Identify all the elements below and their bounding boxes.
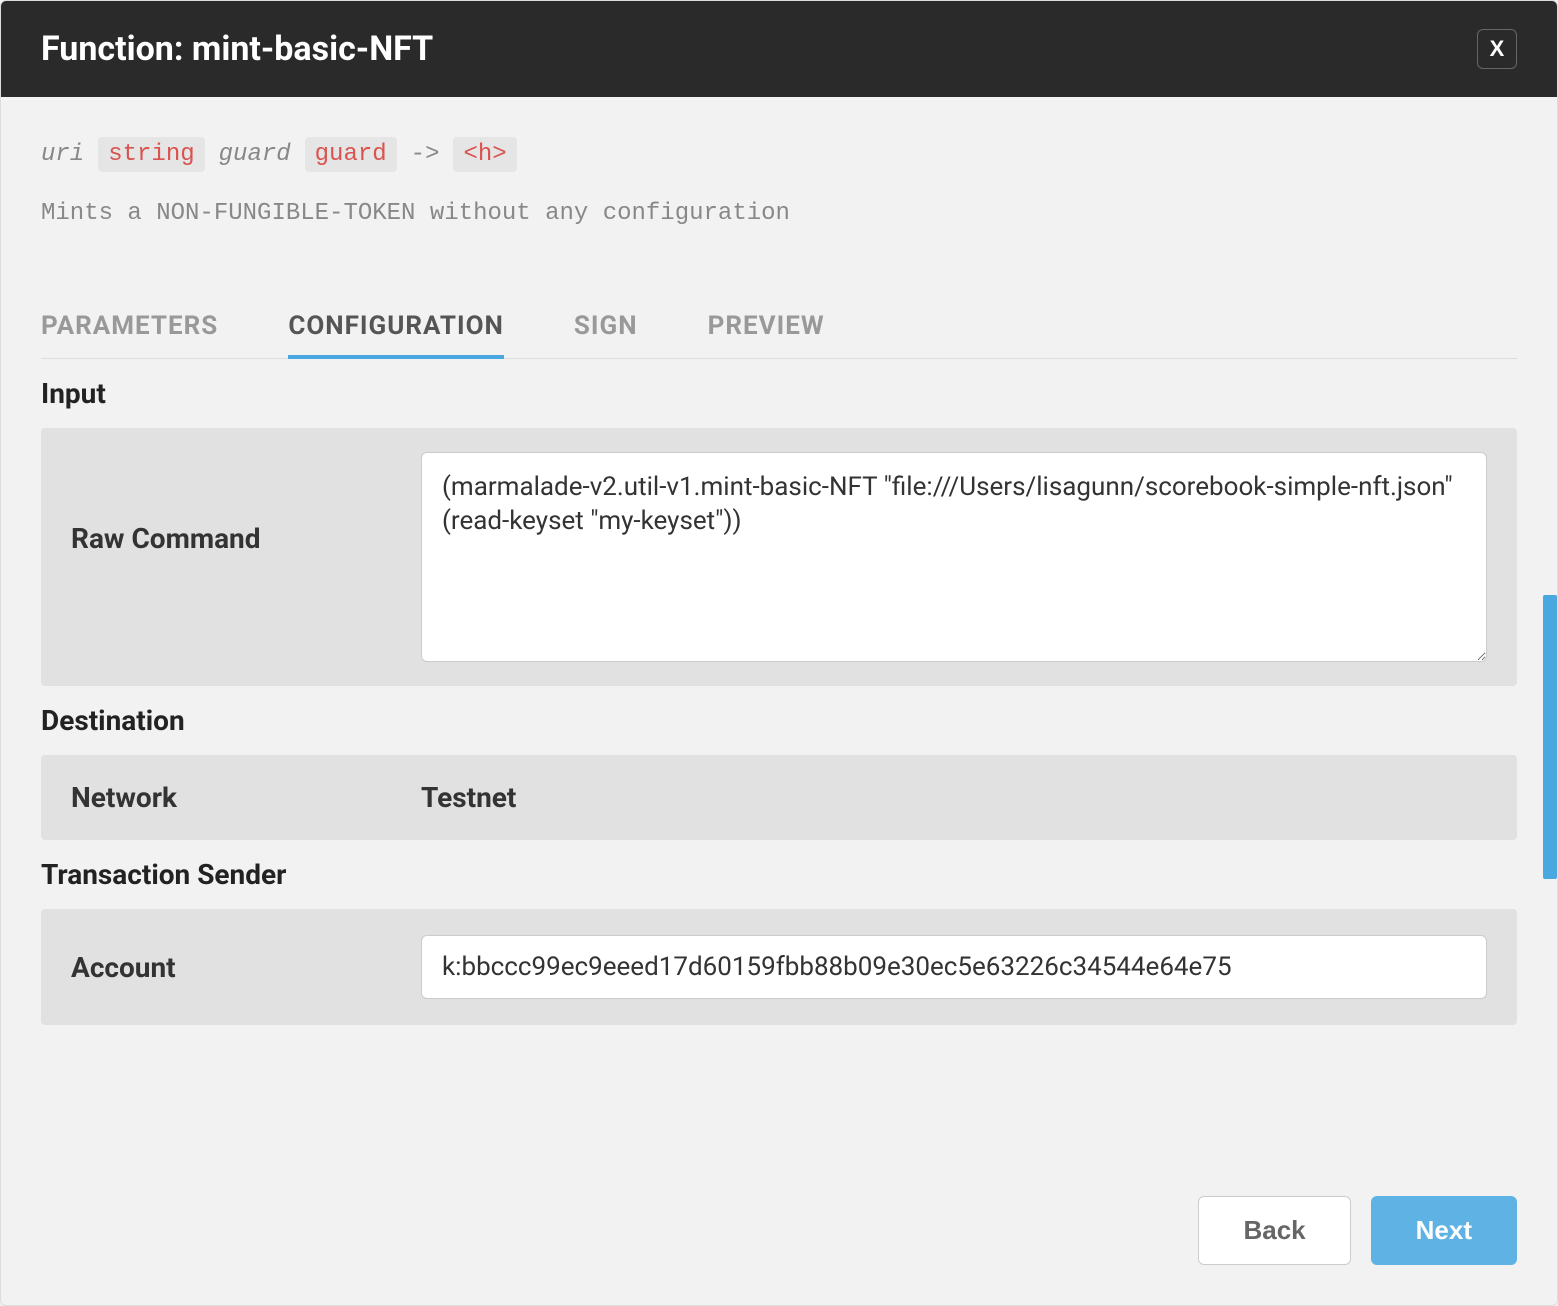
scrollbar-thumb[interactable] [1543, 595, 1557, 879]
function-modal: Function: mint-basic-NFT X uri string gu… [0, 0, 1558, 1306]
modal-title: Function: mint-basic-NFT [41, 29, 433, 69]
tab-bar: PARAMETERS CONFIGURATION SIGN PREVIEW [41, 297, 1517, 359]
param-type: string [98, 137, 204, 172]
modal-footer: Back Next [1, 1168, 1557, 1305]
section-title-sender: Transaction Sender [41, 858, 1517, 891]
section-title-input: Input [41, 377, 1517, 410]
tab-configuration[interactable]: CONFIGURATION [288, 297, 504, 359]
raw-command-input[interactable] [421, 452, 1487, 662]
param-type: guard [305, 137, 397, 172]
tab-parameters[interactable]: PARAMETERS [41, 297, 218, 359]
section-title-destination: Destination [41, 704, 1517, 737]
return-type: <h> [453, 137, 516, 172]
close-button[interactable]: X [1477, 29, 1517, 69]
account-row: Account [41, 909, 1517, 1025]
raw-command-label: Raw Command [71, 452, 421, 555]
back-button[interactable]: Back [1198, 1196, 1350, 1265]
modal-body: uri string guard guard -> <h> Mints a NO… [1, 97, 1557, 1168]
raw-command-row: Raw Command [41, 428, 1517, 686]
network-value: Testnet [421, 781, 516, 814]
function-signature: uri string guard guard -> <h> [41, 137, 1517, 172]
param-name: uri [41, 141, 84, 168]
account-label: Account [71, 951, 421, 984]
tab-sign[interactable]: SIGN [574, 297, 638, 359]
network-label: Network [71, 781, 421, 814]
function-description: Mints a NON-FUNGIBLE-TOKEN without any c… [41, 200, 1517, 227]
arrow-icon: -> [411, 141, 440, 168]
network-row: Network Testnet [41, 755, 1517, 840]
next-button[interactable]: Next [1371, 1196, 1517, 1265]
param-name: guard [219, 141, 291, 168]
account-input[interactable] [421, 935, 1487, 999]
modal-header: Function: mint-basic-NFT X [1, 1, 1557, 97]
tab-preview[interactable]: PREVIEW [708, 297, 825, 359]
close-icon: X [1490, 36, 1505, 62]
